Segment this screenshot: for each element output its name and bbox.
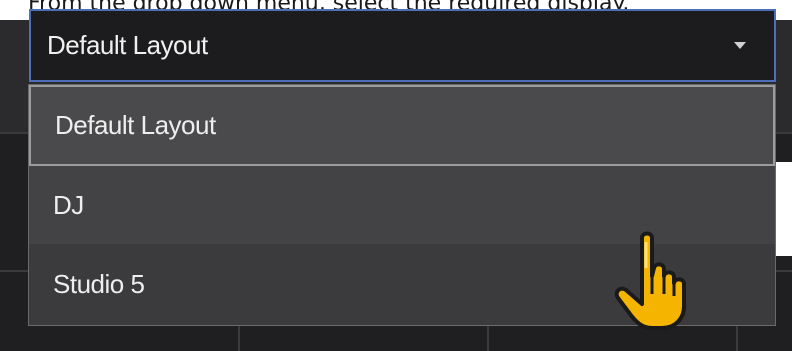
background-divider: [238, 326, 240, 351]
option-default-layout[interactable]: Default Layout: [29, 85, 775, 166]
layout-select-value: Default Layout: [47, 30, 208, 60]
hand-pointer-icon: [614, 231, 686, 330]
layout-select[interactable]: Default Layout: [29, 9, 776, 82]
background-panel: [776, 162, 792, 256]
caret-down-icon[interactable]: [734, 42, 746, 49]
background-divider: [487, 326, 489, 351]
background-divider: [736, 326, 738, 351]
